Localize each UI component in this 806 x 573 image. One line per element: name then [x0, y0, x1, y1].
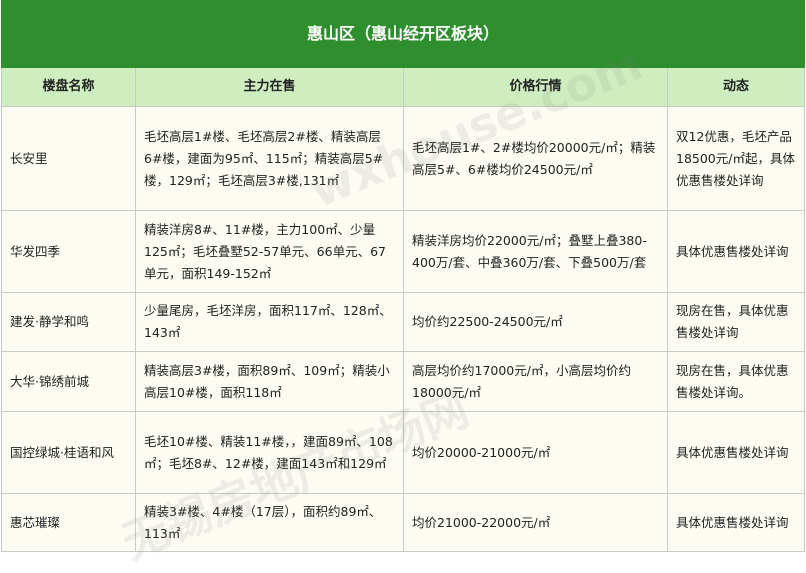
header-property-name: 楼盘名称	[1, 67, 136, 107]
news-cell: 具体优惠售楼处详询	[666, 411, 806, 494]
news-cell: 现房在售，具体优惠售楼处详询	[666, 292, 806, 352]
price-cell: 高层均价约17000元/㎡，小高层均价约18000元/㎡	[403, 351, 668, 412]
table-title-row: 惠山区（惠山经开区板块）	[0, 0, 806, 68]
news-cell: 具体优惠售楼处详询	[666, 493, 806, 552]
header-main-supply: 主力在售	[135, 67, 404, 107]
supply-cell: 毛坯10#楼、精装11#楼，，建面89㎡、108㎡；毛坯8#、12#楼，建面14…	[135, 411, 404, 494]
table-row: 大华·锦绣前城 精装高层3#楼，面积89㎡、109㎡；精装小高层10#楼，面积1…	[1, 351, 806, 412]
table-title: 惠山区（惠山经开区板块）	[0, 0, 806, 68]
news-cell: 具体优惠售楼处详询	[666, 210, 806, 293]
table-row: 国控绿城·桂语和风 毛坯10#楼、精装11#楼，，建面89㎡、108㎡；毛坯8#…	[1, 411, 806, 494]
table-row: 建发·静学和鸣 少量尾房，毛坯洋房，面积117㎡、128㎡、143㎡ 均价约22…	[1, 292, 806, 352]
price-cell: 均价约22500-24500元/㎡	[403, 292, 668, 352]
property-name-cell: 国控绿城·桂语和风	[1, 411, 136, 494]
supply-cell: 精装洋房8#、11#楼，主力100㎡、少量125㎡；毛坯叠墅52-57单元、66…	[135, 210, 404, 293]
table-row: 惠芯璀璨 精装3#楼、4#楼（17层），面积约89㎡、113㎡ 均价21000-…	[1, 493, 806, 552]
supply-cell: 少量尾房，毛坯洋房，面积117㎡、128㎡、143㎡	[135, 292, 404, 352]
price-cell: 毛坯高层1#、2#楼均价20000元/㎡；精装高层5#、6#楼均价24500元/…	[403, 106, 668, 211]
property-name-cell: 大华·锦绣前城	[1, 351, 136, 412]
table-row: 华发四季 精装洋房8#、11#楼，主力100㎡、少量125㎡；毛坯叠墅52-57…	[1, 210, 806, 293]
page: 惠山区（惠山经开区板块） 楼盘名称 主力在售 价格行情 动态 长安里 毛坯高层1…	[0, 0, 806, 570]
news-cell: 双12优惠，毛坯产品18500元/㎡起，具体优惠售楼处详询	[666, 106, 806, 211]
property-name-cell: 惠芯璀璨	[1, 493, 136, 552]
header-price: 价格行情	[403, 67, 668, 107]
supply-cell: 精装高层3#楼，面积89㎡、109㎡；精装小高层10#楼，面积118㎡	[135, 351, 404, 412]
property-name-cell: 华发四季	[1, 210, 136, 293]
table-row: 长安里 毛坯高层1#楼、毛坯高层2#楼、精装高层6#楼，建面为95㎡、115㎡；…	[1, 106, 806, 211]
price-cell: 均价20000-21000元/㎡	[403, 411, 668, 494]
news-cell: 现房在售，具体优惠售楼处详询。	[666, 351, 806, 412]
price-cell: 均价21000-22000元/㎡	[403, 493, 668, 552]
property-name-cell: 建发·静学和鸣	[1, 292, 136, 352]
table-header-row: 楼盘名称 主力在售 价格行情 动态	[1, 67, 806, 107]
header-news: 动态	[666, 67, 806, 107]
supply-cell: 精装3#楼、4#楼（17层），面积约89㎡、113㎡	[135, 493, 404, 552]
property-table: 惠山区（惠山经开区板块） 楼盘名称 主力在售 价格行情 动态 长安里 毛坯高层1…	[0, 0, 806, 552]
property-name-cell: 长安里	[1, 106, 136, 211]
price-cell: 精装洋房均价22000元/㎡；叠墅上叠380-400万/套、中叠360万/套、下…	[403, 210, 668, 293]
supply-cell: 毛坯高层1#楼、毛坯高层2#楼、精装高层6#楼，建面为95㎡、115㎡；精装高层…	[135, 106, 404, 211]
